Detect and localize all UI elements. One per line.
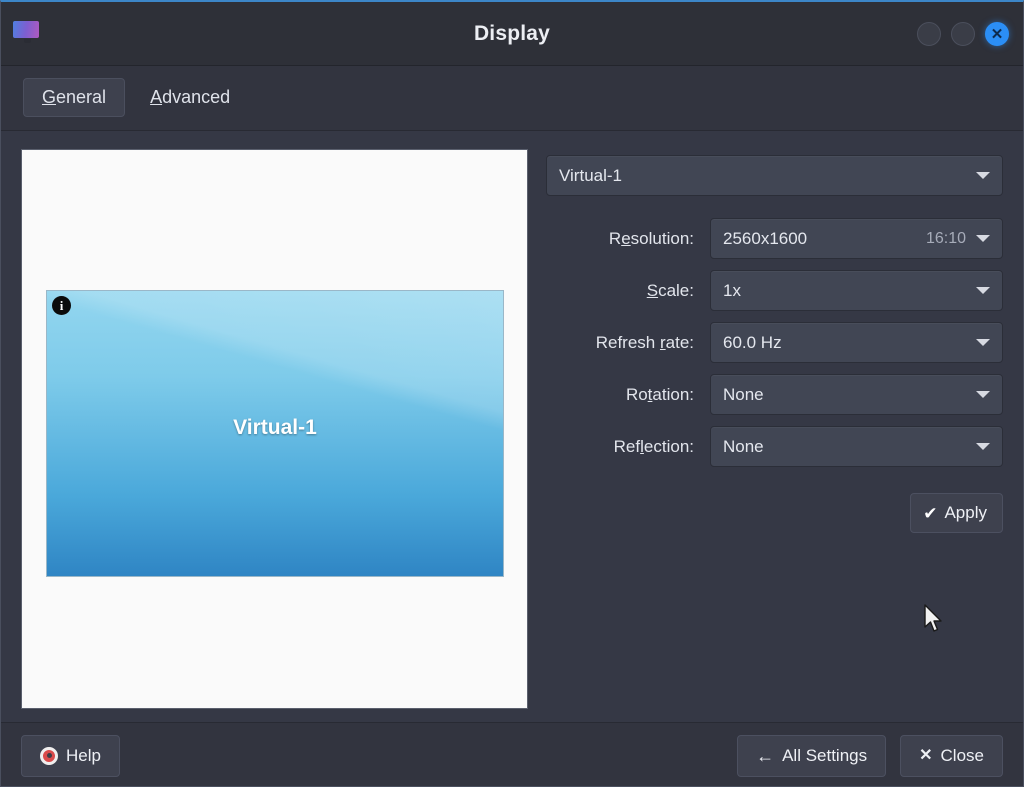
titlebar: Display ✕ xyxy=(1,2,1023,65)
help-button[interactable]: Help xyxy=(21,734,120,777)
monitor-icon xyxy=(13,21,41,43)
resolution-label: Resolution: xyxy=(608,228,694,248)
lifebuoy-icon xyxy=(40,746,58,765)
arrow-left-icon: ← xyxy=(756,745,775,766)
resolution-aspect-ratio: 16:10 xyxy=(925,229,966,247)
footer-bar: Help ← All Settings ✕ Close xyxy=(1,722,1023,786)
reflection-label: Reflection: xyxy=(613,436,694,456)
settings-form: Virtual-1 Resolution: 2560x1600 16:10 Sc… xyxy=(546,149,1003,722)
all-settings-button-label: All Settings xyxy=(782,745,868,765)
tab-advanced[interactable]: Advanced xyxy=(131,78,249,117)
window-title: Display xyxy=(473,21,551,45)
chevron-down-icon xyxy=(976,391,990,398)
close-button-label: Close xyxy=(940,745,984,765)
monitor-preview-virtual-1[interactable]: i Virtual-1 xyxy=(46,290,504,577)
minimize-button[interactable] xyxy=(917,21,941,46)
info-icon[interactable]: i xyxy=(52,296,71,315)
apply-row: ✔ Apply xyxy=(546,493,1003,533)
chevron-down-icon xyxy=(976,339,990,346)
tab-advanced-rest: dvanced xyxy=(162,87,231,107)
tab-bar: General Advanced xyxy=(1,65,1023,131)
resolution-select[interactable]: 2560x1600 16:10 xyxy=(710,218,1003,259)
close-window-button[interactable]: ✕ xyxy=(985,21,1009,46)
monitor-preview-canvas[interactable]: i Virtual-1 xyxy=(21,149,528,709)
apply-button-label: Apply xyxy=(944,503,987,522)
rotation-label: Rotation: xyxy=(625,384,694,404)
footer-right-group: ← All Settings ✕ Close xyxy=(737,734,1003,777)
window-controls: ✕ xyxy=(917,2,1009,65)
scale-value: 1x xyxy=(723,280,741,300)
close-x-icon: ✕ xyxy=(919,746,933,764)
row-resolution: Resolution: 2560x1600 16:10 xyxy=(546,218,1003,259)
resolution-value: 2560x1600 xyxy=(723,228,808,248)
row-reflection: Reflection: None xyxy=(546,426,1003,467)
refresh-rate-value: 60.0 Hz xyxy=(723,332,782,352)
reflection-select[interactable]: None xyxy=(710,426,1003,467)
check-icon: ✔ xyxy=(923,503,938,523)
chevron-down-icon xyxy=(976,235,990,242)
rotation-select[interactable]: None xyxy=(710,374,1003,415)
main-content: i Virtual-1 Virtual-1 Resolution: 2560x1… xyxy=(1,131,1023,722)
reflection-value: None xyxy=(723,436,764,456)
refresh-rate-label: Refresh rate: xyxy=(595,332,694,352)
row-rotation: Rotation: None xyxy=(546,374,1003,415)
close-button[interactable]: ✕ Close xyxy=(900,734,1003,777)
help-button-label: Help xyxy=(66,745,101,765)
monitor-gloss xyxy=(47,291,503,519)
maximize-button[interactable] xyxy=(951,21,975,46)
tab-general[interactable]: General xyxy=(23,78,126,117)
monitor-preview-label: Virtual-1 xyxy=(233,416,317,439)
apply-button[interactable]: ✔ Apply xyxy=(910,493,1003,533)
output-select[interactable]: Virtual-1 xyxy=(546,155,1003,196)
scale-label: Scale: xyxy=(646,280,694,300)
chevron-down-icon xyxy=(976,287,990,294)
rotation-value: None xyxy=(723,384,764,404)
all-settings-button[interactable]: ← All Settings xyxy=(737,734,887,777)
refresh-rate-select[interactable]: 60.0 Hz xyxy=(710,322,1003,363)
scale-select[interactable]: 1x xyxy=(710,270,1003,311)
tab-general-rest: eneral xyxy=(56,87,107,107)
output-select-value: Virtual-1 xyxy=(559,165,622,185)
display-settings-window: Display ✕ General Advanced i Virtual-1 V… xyxy=(0,0,1024,787)
chevron-down-icon xyxy=(976,443,990,450)
row-scale: Scale: 1x xyxy=(546,270,1003,311)
row-refresh-rate: Refresh rate: 60.0 Hz xyxy=(546,322,1003,363)
chevron-down-icon xyxy=(976,172,990,179)
